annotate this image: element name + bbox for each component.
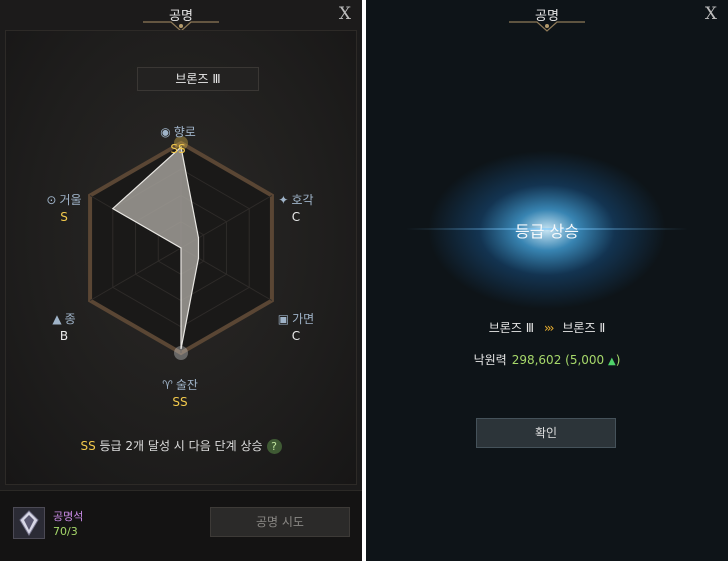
horn-icon: ✦	[278, 193, 289, 207]
stat-name: 술잔	[175, 378, 198, 392]
resonance-stone-icon[interactable]	[13, 507, 45, 539]
stat-name: 종	[64, 312, 76, 326]
power-row: 낙원력 298,602 (5,000 ▲)	[366, 351, 728, 368]
stat-grade: C	[291, 210, 301, 224]
stat-bottom-right: ▣ 가면 C	[261, 310, 331, 343]
to-tier: 브론즈 Ⅱ	[562, 321, 606, 335]
header-ornament-icon	[509, 21, 585, 32]
bell-icon: ▲	[52, 312, 62, 326]
panel-header: 공명 X	[366, 0, 728, 32]
mirror-icon: ⊙	[46, 193, 57, 207]
tier-label: 브론즈 Ⅲ	[137, 67, 259, 91]
stat-name: 가면	[292, 312, 315, 326]
hint-grade: SS	[80, 439, 96, 453]
item-count: 70/3	[53, 525, 78, 538]
stat-bottom-left: ▲ 종 B	[29, 310, 99, 343]
stat-grade: B	[59, 329, 69, 343]
item-name: 공명석	[53, 510, 84, 523]
rank-up-panel: 공명 X 등급 상승 브론즈 Ⅲ ››› 브론즈 Ⅱ 낙원력 298,602 (5,0…	[366, 0, 728, 561]
arrows-icon: ›››	[543, 321, 555, 335]
hint-text: 등급 2개 달성 시 다음 단계 상승	[95, 439, 263, 453]
stat-top: ◉ 향로 SS	[143, 123, 213, 156]
stat-top-left: ⊙ 거울 S	[29, 191, 99, 224]
power-delta: (5,000	[565, 353, 605, 367]
stat-top-right: ✦ 호각 C	[261, 191, 331, 224]
power-label: 낙원력	[473, 353, 507, 367]
stat-name: 호각	[291, 193, 314, 207]
help-icon[interactable]: ?	[266, 439, 282, 454]
from-tier: 브론즈 Ⅲ	[488, 321, 534, 335]
goblet-icon: ♈	[162, 378, 173, 392]
close-button[interactable]: X	[705, 4, 717, 24]
resonance-try-button[interactable]: 공명 시도	[210, 507, 350, 537]
power-value: 298,602	[511, 353, 562, 367]
close-button[interactable]: X	[339, 4, 351, 24]
censer-icon: ◉	[160, 125, 171, 139]
radar-chart	[88, 136, 274, 360]
resonance-panel: 공명 X 브론즈 Ⅲ ◉ 향로 SS ✦ 호각 C ▣ 가면 C ♈ 술잔 SS ▲ 종 …	[0, 0, 362, 561]
stat-name: 향로	[173, 125, 196, 139]
stat-name: 거울	[59, 193, 82, 207]
panel-header: 공명 X	[0, 0, 362, 32]
stat-grade: SS	[172, 395, 188, 409]
stat-bottom: ♈ 술잔 SS	[145, 376, 215, 409]
stat-grade: C	[291, 329, 301, 343]
confirm-button[interactable]: 확인	[476, 418, 616, 448]
rank-up-title: 등급 상승	[515, 222, 579, 241]
advance-hint: SS 등급 2개 달성 시 다음 단계 상승?	[0, 437, 362, 454]
mask-icon: ▣	[277, 312, 290, 326]
increase-arrow-icon: ▲	[608, 356, 616, 367]
power-close: )	[615, 353, 621, 367]
stat-grade: SS	[170, 142, 186, 156]
stat-grade: S	[60, 210, 68, 224]
ss-glow-marker	[174, 346, 188, 360]
tier-change: 브론즈 Ⅲ ››› 브론즈 Ⅱ	[366, 319, 728, 336]
